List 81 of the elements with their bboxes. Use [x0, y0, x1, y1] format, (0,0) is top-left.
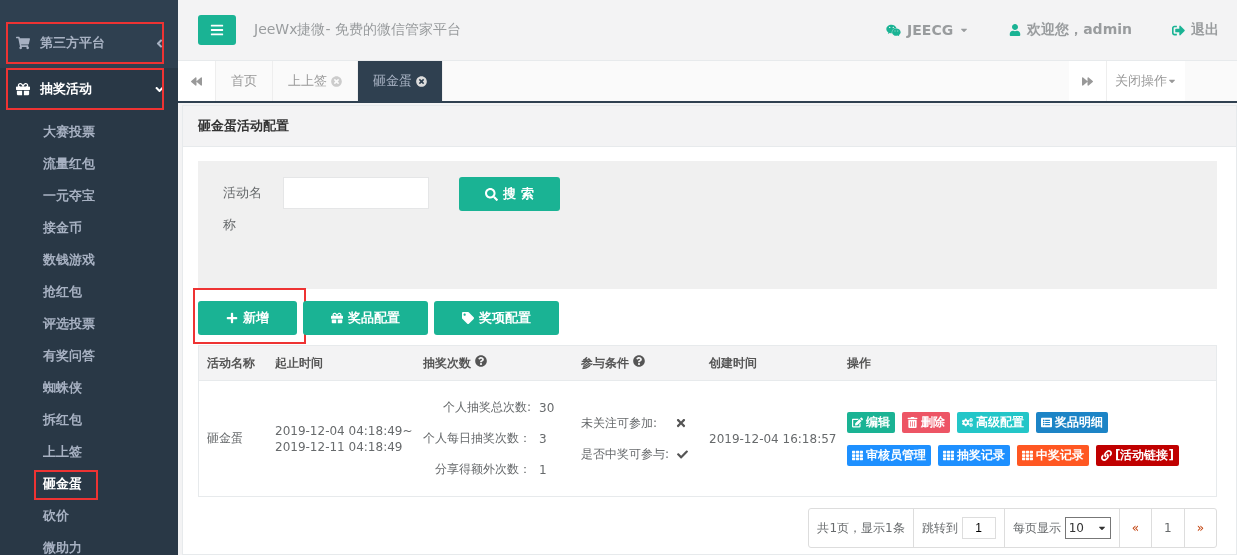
submenu-item[interactable]: 有奖问答 [43, 347, 95, 365]
close-menu[interactable]: 关闭操作 [1107, 61, 1185, 101]
trash-icon [907, 416, 918, 428]
condition-label: 是否中奖可参与: [581, 445, 670, 463]
column-header: 操作 [847, 355, 871, 370]
search-icon [485, 187, 499, 201]
table-icon [1022, 449, 1033, 461]
submenu-item[interactable]: 评选投票 [43, 315, 95, 333]
scroll-right-button[interactable] [1069, 61, 1107, 101]
jump-label: 跳转到 [921, 519, 958, 537]
column-header: 抽奖次数 [423, 355, 471, 370]
submenu-item[interactable]: 砍价 [43, 507, 69, 525]
submenu-item[interactable]: 一元夺宝 [43, 187, 95, 205]
submenu-item[interactable]: 大赛投票 [43, 123, 95, 141]
table-icon [943, 449, 954, 461]
menu-icon [210, 23, 224, 37]
close-icon[interactable] [416, 75, 427, 87]
action-button[interactable]: [活动链接] [1096, 444, 1179, 466]
column-header: 创建时间 [709, 355, 757, 370]
submenu-item[interactable]: 蜘蛛侠 [43, 379, 82, 397]
menu-button[interactable] [198, 15, 236, 45]
plus-icon [226, 312, 238, 324]
table-cell: 2019-12-04 16:18:57 [709, 431, 837, 446]
sidebar-item[interactable]: 第三方平台 [0, 22, 178, 64]
count-label: 个人抽奖总次数: [442, 399, 531, 416]
name-field[interactable] [283, 177, 429, 209]
page-size-select[interactable]: 10 [1064, 517, 1111, 539]
column-header: 起止时间 [275, 355, 323, 370]
column-header: 活动名称 [207, 355, 255, 370]
logout-icon [1172, 23, 1185, 37]
count-value: 30 [539, 400, 555, 415]
tab[interactable]: 首页 [216, 61, 273, 101]
next-page-link[interactable]: » [1196, 521, 1204, 535]
submenu-item[interactable]: 接金币 [43, 219, 82, 237]
edit-icon [852, 416, 863, 428]
tag-icon [462, 312, 474, 324]
condition-label: 未关注可参加: [581, 414, 658, 432]
count-value: 1 [539, 462, 548, 477]
submenu-item[interactable]: 微助力 [43, 539, 82, 555]
action-button[interactable]: 奖品明细 [1036, 411, 1108, 433]
submenu-item[interactable]: 拆红包 [43, 411, 82, 429]
scroll-left-button[interactable] [178, 61, 216, 101]
count-value: 3 [539, 431, 548, 446]
help-icon [633, 354, 646, 367]
user-icon [1009, 24, 1022, 36]
forward-icon [1082, 75, 1093, 87]
page-input[interactable]: 1 [961, 517, 996, 539]
gift-icon [331, 312, 343, 324]
link-icon [1101, 449, 1112, 461]
site-title: JeeWx捷微- 免费的微信管家平台 [254, 21, 462, 39]
action-button[interactable]: 中奖记录 [1017, 444, 1089, 466]
submenu-item[interactable]: 砸金蛋 [43, 475, 82, 493]
action-button[interactable]: 删除 [902, 411, 950, 433]
tab[interactable]: 砸金蛋 [358, 61, 443, 101]
action-button[interactable]: 审核员管理 [847, 444, 931, 466]
page-link[interactable]: 1 [1164, 521, 1172, 535]
prev-page-link[interactable]: « [1131, 521, 1139, 535]
gift-icon [16, 82, 30, 96]
wechat-icon [886, 22, 902, 38]
table-cell: 砸金蛋 [207, 431, 243, 445]
field-label: 活动名称 [223, 184, 263, 234]
help-icon [475, 354, 488, 367]
table-icon [852, 449, 863, 461]
date-text: 2019-12-04 04:18:49~ [275, 423, 413, 438]
submenu-item[interactable]: 数钱游戏 [43, 251, 95, 269]
submenu-item[interactable]: 抢红包 [43, 283, 82, 301]
page-size-label: 每页显示 [1012, 519, 1061, 537]
gears-icon [962, 416, 973, 428]
count-label: 分享得额外次数： [435, 461, 531, 478]
page-summary: 共1页，显示1条 [817, 519, 905, 537]
backward-icon [191, 75, 202, 87]
list-icon [1041, 416, 1052, 428]
submenu-item[interactable]: 流量红包 [43, 155, 95, 173]
action-button[interactable]: 抽奖记录 [938, 444, 1010, 466]
submenu-item[interactable]: 上上签 [43, 443, 82, 461]
sidebar-item[interactable]: 抽奖活动 [0, 68, 178, 110]
cart-icon [16, 36, 30, 50]
count-label: 个人每日抽奖次数： [423, 430, 531, 447]
panel-title: 砸金蛋活动配置 [198, 117, 289, 135]
date-text: 2019-12-11 04:18:49 [275, 439, 403, 454]
column-header: 参与条件 [581, 355, 629, 370]
